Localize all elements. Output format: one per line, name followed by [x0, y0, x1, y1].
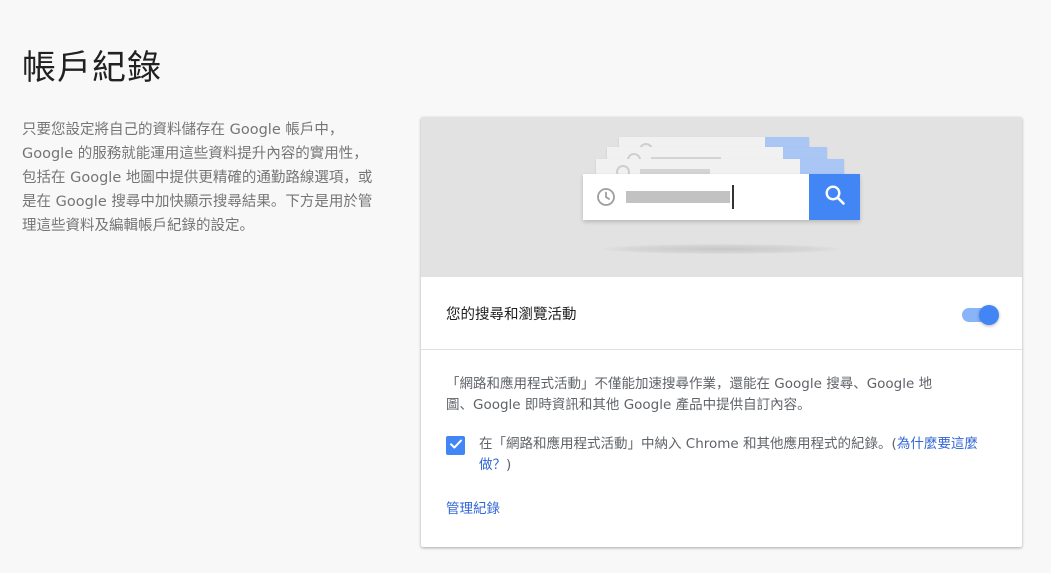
toggle-thumb	[979, 305, 999, 325]
activity-description: 「網路和應用程式活動」不僅能加速搜尋作業，還能在 Google 搜尋、Googl…	[446, 376, 933, 413]
query-placeholder	[626, 191, 730, 203]
activity-card: 您的搜尋和瀏覽活動 「網路和應用程式活動」不僅能加速搜尋作業，還能在 Googl…	[421, 117, 1022, 547]
manage-history-link[interactable]: 管理紀錄	[446, 497, 500, 517]
clock-icon	[596, 187, 616, 207]
text-caret	[732, 185, 734, 209]
checkbox-label: 在「網路和應用程式活動」中納入 Chrome 和其他應用程式的紀錄。(為什麼要這…	[479, 434, 994, 476]
intro-text: 只要您設定將自己的資料儲存在 Google 帳戶中，Google 的服務就能運用…	[22, 122, 373, 234]
checkmark-icon	[449, 436, 463, 455]
page-title: 帳戶紀錄	[22, 48, 162, 88]
paren-close: )	[506, 457, 512, 473]
activity-toggle[interactable]	[960, 303, 999, 325]
setting-label: 您的搜尋和瀏覽活動	[446, 306, 577, 323]
activity-setting-row: 您的搜尋和瀏覽活動	[421, 277, 1022, 350]
checkbox-label-text: 在「網路和應用程式活動」中納入 Chrome 和其他應用程式的紀錄。	[479, 436, 892, 452]
card-body: 「網路和應用程式活動」不僅能加速搜尋作業，還能在 Google 搜尋、Googl…	[421, 350, 1022, 517]
search-button-graphic	[809, 174, 860, 220]
search-box-illustration	[583, 174, 860, 220]
include-chrome-checkbox[interactable]	[446, 436, 465, 455]
hero-illustration	[421, 117, 1022, 277]
illustration-shadow	[603, 244, 839, 254]
chrome-history-option: 在「網路和應用程式活動」中納入 Chrome 和其他應用程式的紀錄。(為什麼要這…	[446, 434, 997, 476]
search-icon	[824, 184, 846, 210]
